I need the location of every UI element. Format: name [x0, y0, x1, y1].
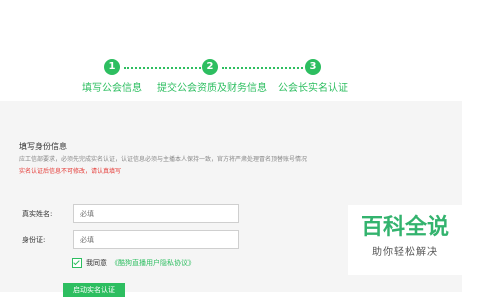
step-1-circle: 1 — [104, 59, 120, 75]
agreement-row: 我同意 《酷狗直播用户隐私协议》 — [72, 258, 195, 268]
step-3-circle: 3 — [305, 59, 321, 75]
submit-button[interactable]: 启动实名认证 — [63, 283, 125, 297]
section-title: 填写身份信息 — [19, 142, 67, 151]
agree-prefix: 我同意 — [86, 259, 107, 267]
id-input[interactable] — [73, 230, 239, 249]
step-2-circle: 2 — [202, 59, 218, 75]
step-connector-2 — [222, 67, 303, 69]
step-3-label: 公会长实名认证 — [278, 83, 348, 94]
watermark-subtitle: 助你轻松解决 — [372, 247, 438, 258]
section-warning: 实名认证后信息不可修改，请认真填写 — [19, 168, 122, 175]
name-label: 真实姓名: — [22, 210, 53, 218]
agree-checkbox[interactable] — [72, 258, 82, 268]
privacy-agreement-link[interactable]: 《酷狗直播用户隐私协议》 — [111, 258, 195, 268]
section-description: 应工信部要求，必须先完成实名认证，认证信息必须与主播本人保持一致，官方将严肃处理… — [19, 156, 308, 163]
step-connector-1 — [124, 67, 201, 69]
watermark: 百科全说 助你轻松解决 — [348, 205, 462, 275]
watermark-title: 百科全说 — [360, 215, 449, 240]
id-label: 身份证: — [22, 236, 46, 244]
name-input[interactable] — [73, 204, 239, 223]
step-1-label: 填写公会信息 — [82, 83, 142, 94]
progress-stepper: 1 2 3 填写公会信息 提交公会资质及财务信息 公会长实名认证 — [0, 0, 500, 100]
step-2-label: 提交公会资质及财务信息 — [157, 83, 267, 94]
